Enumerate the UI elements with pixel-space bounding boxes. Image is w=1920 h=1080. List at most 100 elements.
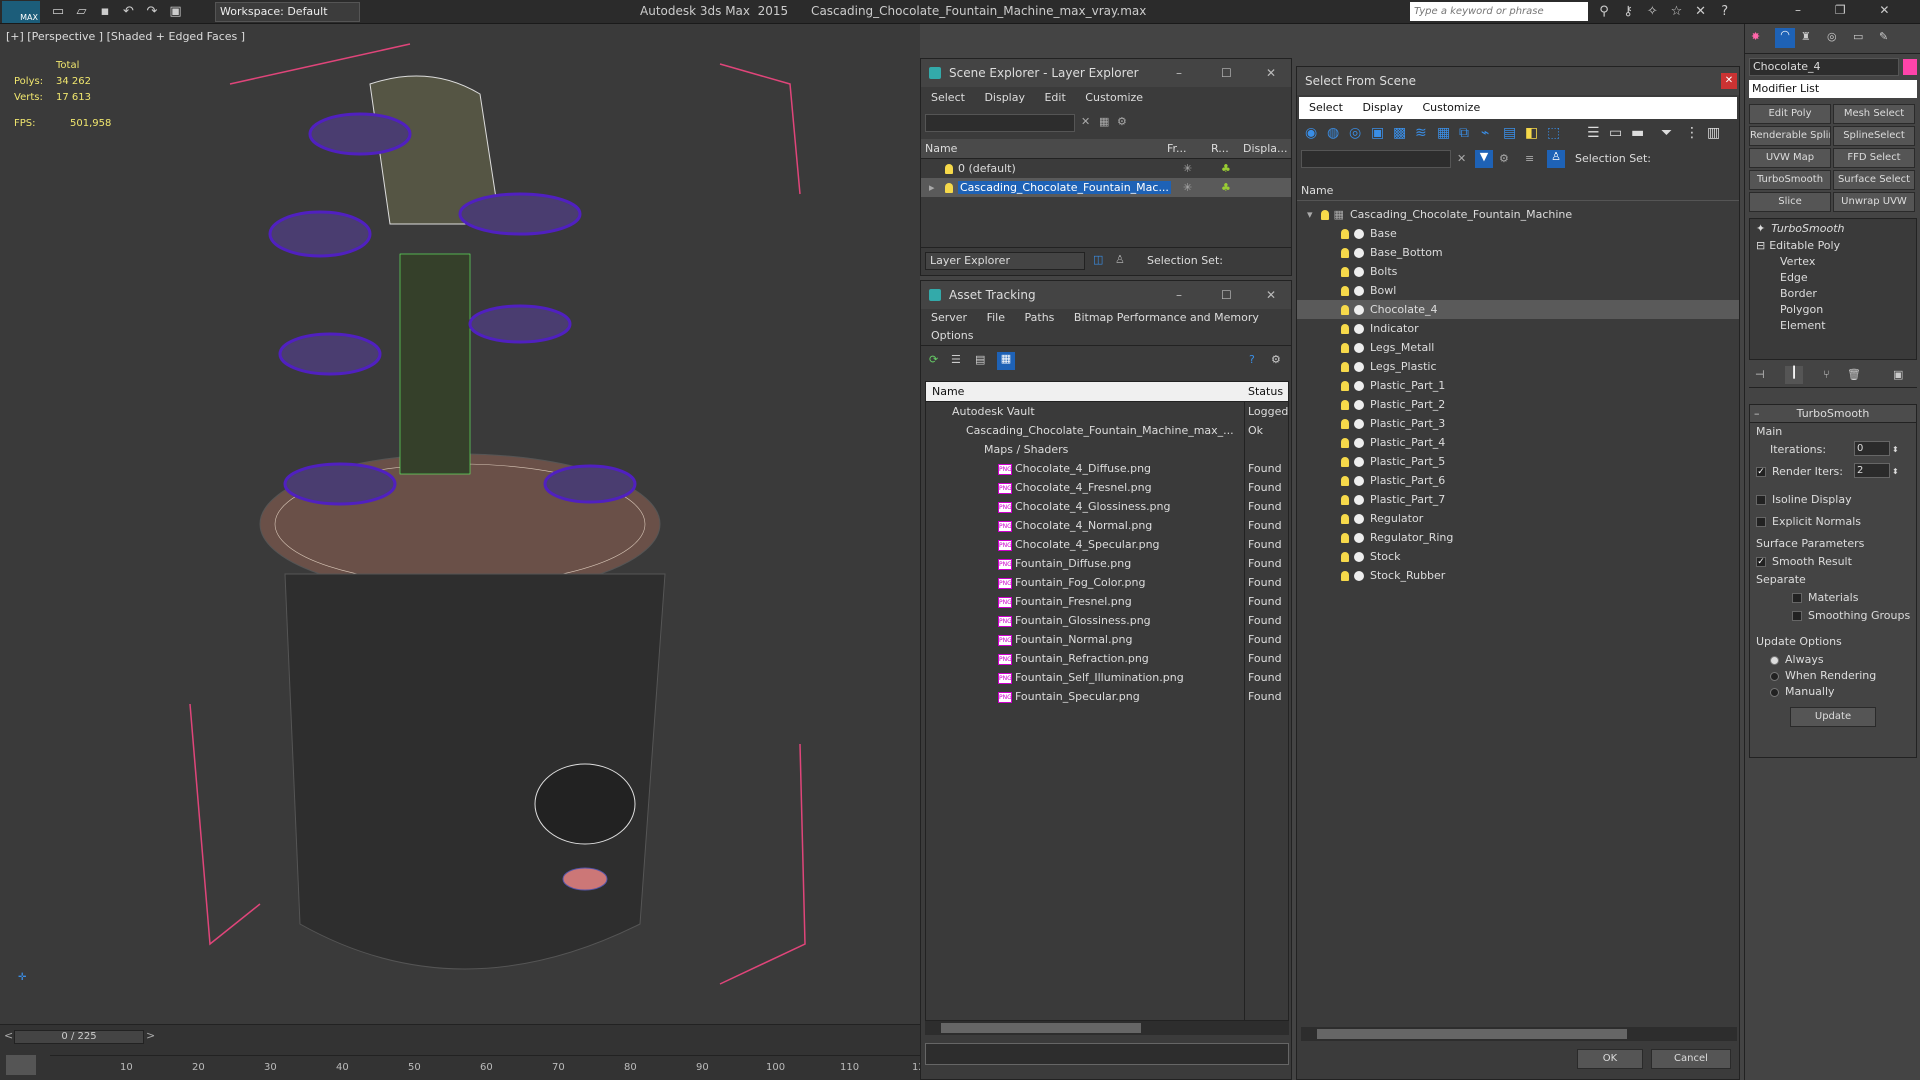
scrollbar-thumb[interactable] (941, 1023, 1141, 1033)
light-bulb-icon[interactable] (945, 164, 953, 174)
find-input[interactable] (1301, 150, 1451, 168)
filter-active-icon[interactable]: ▼ (1475, 150, 1493, 168)
cancel-button[interactable]: Cancel (1651, 1049, 1731, 1069)
remove-modifier-icon[interactable]: 🗑 (1847, 368, 1861, 381)
spacewarp-filter-icon[interactable]: ≋ (1415, 125, 1427, 141)
light-bulb-icon[interactable] (1341, 324, 1349, 334)
light-bulb-icon[interactable] (1341, 248, 1349, 258)
light-bulb-icon[interactable] (1341, 495, 1349, 505)
new-file-icon[interactable]: ▭ (48, 2, 68, 22)
ok-button[interactable]: OK (1577, 1049, 1643, 1069)
subobject-polygon[interactable]: Polygon (1750, 302, 1916, 318)
asset-horizontal-scrollbar[interactable] (925, 1021, 1289, 1035)
renderable-spline-button[interactable]: Renderable Spline (1749, 126, 1831, 146)
light-bulb-icon[interactable] (1341, 381, 1349, 391)
object-row[interactable]: Base_Bottom (1297, 243, 1739, 262)
modifier-list-dropdown[interactable]: Modifier List (1749, 80, 1917, 98)
collapse-icon[interactable]: ⊟ (1756, 239, 1765, 252)
light-filter-icon[interactable]: ◎ (1349, 125, 1361, 141)
motion-tab-icon[interactable]: ◎ (1827, 30, 1837, 43)
manually-row[interactable]: Manually (1770, 685, 1835, 698)
stack-item-turbosmooth[interactable]: ✦ TurboSmooth (1750, 219, 1916, 238)
object-row[interactable]: Plastic_Part_6 (1297, 471, 1739, 490)
map-row[interactable]: PNG Fountain_Diffuse.png Found (926, 554, 1288, 573)
layers-icon[interactable]: ≡ (1525, 152, 1534, 165)
minimize-icon[interactable]: – (1176, 59, 1182, 87)
column-name[interactable]: Name (1297, 181, 1739, 201)
map-row[interactable]: PNG Chocolate_4_Fresnel.png Found (926, 478, 1288, 497)
filter-icon[interactable]: ▦ (1099, 115, 1109, 128)
hierarchy-mode-icon[interactable]: ♙ (1115, 253, 1125, 266)
sort-icon[interactable]: ▭ (1609, 125, 1622, 141)
materials-checkbox[interactable] (1792, 593, 1802, 603)
surface-select-button[interactable]: Surface Select (1833, 170, 1915, 190)
timeline-mini-curve-icon[interactable] (6, 1055, 36, 1075)
container-filter-icon[interactable]: ◧ (1525, 125, 1538, 141)
object-row[interactable]: Base (1297, 224, 1739, 243)
collapse-arrow-icon[interactable]: ▾ (1307, 208, 1313, 221)
light-bulb-icon[interactable] (1341, 400, 1349, 410)
smoothing-groups-checkbox[interactable] (1792, 611, 1802, 621)
maximize-icon[interactable]: ☐ (1221, 59, 1232, 87)
close-icon[interactable]: ✕ (1879, 3, 1889, 17)
asset-path-field[interactable] (925, 1043, 1289, 1065)
light-bulb-icon[interactable] (1341, 267, 1349, 277)
project-folder-icon[interactable]: ▣ (166, 2, 186, 22)
timeline-ruler[interactable]: 10 20 30 40 50 60 70 80 90 100 110 120 (50, 1055, 931, 1077)
menu-edit[interactable]: Edit (1044, 91, 1065, 104)
light-bulb-icon[interactable] (1341, 533, 1349, 543)
columns-icon[interactable]: ▥ (1707, 125, 1720, 141)
column-render[interactable]: R... (1211, 139, 1229, 159)
map-row[interactable]: PNG Fountain_Refraction.png Found (926, 649, 1288, 668)
layers-icon[interactable]: ◫ (1093, 253, 1103, 266)
when-rendering-row[interactable]: When Rendering (1770, 669, 1876, 682)
menu-bitmap-performance[interactable]: Bitmap Performance and Memory (1074, 311, 1259, 324)
light-bulb-icon[interactable] (1341, 229, 1349, 239)
light-bulb-icon[interactable] (1341, 343, 1349, 353)
subobject-edge[interactable]: Edge (1750, 270, 1916, 286)
freeze-icon[interactable]: ✳ (1183, 159, 1192, 178)
smooth-result-checkbox[interactable]: ✓ (1756, 557, 1766, 567)
object-row[interactable]: Legs_Metall (1297, 338, 1739, 357)
maps-folder-row[interactable]: Maps / Shaders (926, 440, 1288, 459)
open-file-icon[interactable]: ▱ (72, 2, 92, 22)
explicit-normals-row[interactable]: Explicit Normals (1756, 515, 1861, 528)
materials-row[interactable]: Materials (1792, 591, 1858, 604)
display-tab-icon[interactable]: ▭ (1853, 30, 1863, 43)
map-row[interactable]: PNG Fountain_Specular.png Found (926, 687, 1288, 706)
map-row[interactable]: PNG Fountain_Fresnel.png Found (926, 592, 1288, 611)
communication-icon[interactable]: ✧ (1642, 2, 1662, 22)
list-view-icon[interactable]: ☰ (951, 353, 961, 366)
map-row[interactable]: PNG Chocolate_4_Glossiness.png Found (926, 497, 1288, 516)
key-icon[interactable]: ⚷ (1618, 2, 1638, 22)
object-row[interactable]: Plastic_Part_2 (1297, 395, 1739, 414)
spline-select-button[interactable]: SplineSelect (1833, 126, 1915, 146)
exchange-icon[interactable]: ✕ (1691, 2, 1711, 22)
minimize-icon[interactable]: – (1176, 281, 1182, 309)
group-filter-icon[interactable]: ▦ (1437, 125, 1450, 141)
close-icon[interactable]: ✕ (1721, 73, 1737, 89)
object-row[interactable]: Plastic_Part_1 (1297, 376, 1739, 395)
undo-icon[interactable]: ↶ (119, 2, 139, 22)
explorer-type-dropdown[interactable]: Layer Explorer (925, 252, 1085, 270)
render-iters-spinner[interactable]: 2 ⬍ (1854, 463, 1899, 478)
scene-explorer-titlebar[interactable]: Scene Explorer - Layer Explorer – ☐ ✕ (921, 59, 1291, 87)
menu-display[interactable]: Display (984, 91, 1025, 104)
map-row[interactable]: PNG Chocolate_4_Normal.png Found (926, 516, 1288, 535)
map-row[interactable]: PNG Fountain_Glossiness.png Found (926, 611, 1288, 630)
edit-poly-button[interactable]: Edit Poly (1749, 104, 1831, 124)
object-row[interactable]: Bolts (1297, 262, 1739, 281)
menu-select[interactable]: Select (931, 91, 965, 104)
asset-tracking-titlebar[interactable]: Asset Tracking – ☐ ✕ (921, 281, 1291, 309)
spinner-arrows-icon[interactable]: ⬍ (1892, 467, 1899, 476)
filter-funnel-icon[interactable]: ⏷ (1661, 125, 1672, 141)
display-children-icon[interactable]: ☰ (1587, 125, 1600, 141)
smoothing-groups-row[interactable]: Smoothing Groups (1792, 609, 1910, 622)
light-bulb-icon[interactable] (1341, 286, 1349, 296)
shape-filter-icon[interactable]: ◍ (1327, 125, 1339, 141)
ffd-select-button[interactable]: FFD Select (1833, 148, 1915, 168)
vault-row[interactable]: Autodesk Vault Logged (926, 402, 1288, 421)
show-end-result-icon[interactable]: ┃ (1785, 366, 1803, 384)
bone-filter-icon[interactable]: ⌁ (1481, 125, 1489, 141)
rollout-header[interactable]: – TurboSmooth (1750, 405, 1916, 423)
